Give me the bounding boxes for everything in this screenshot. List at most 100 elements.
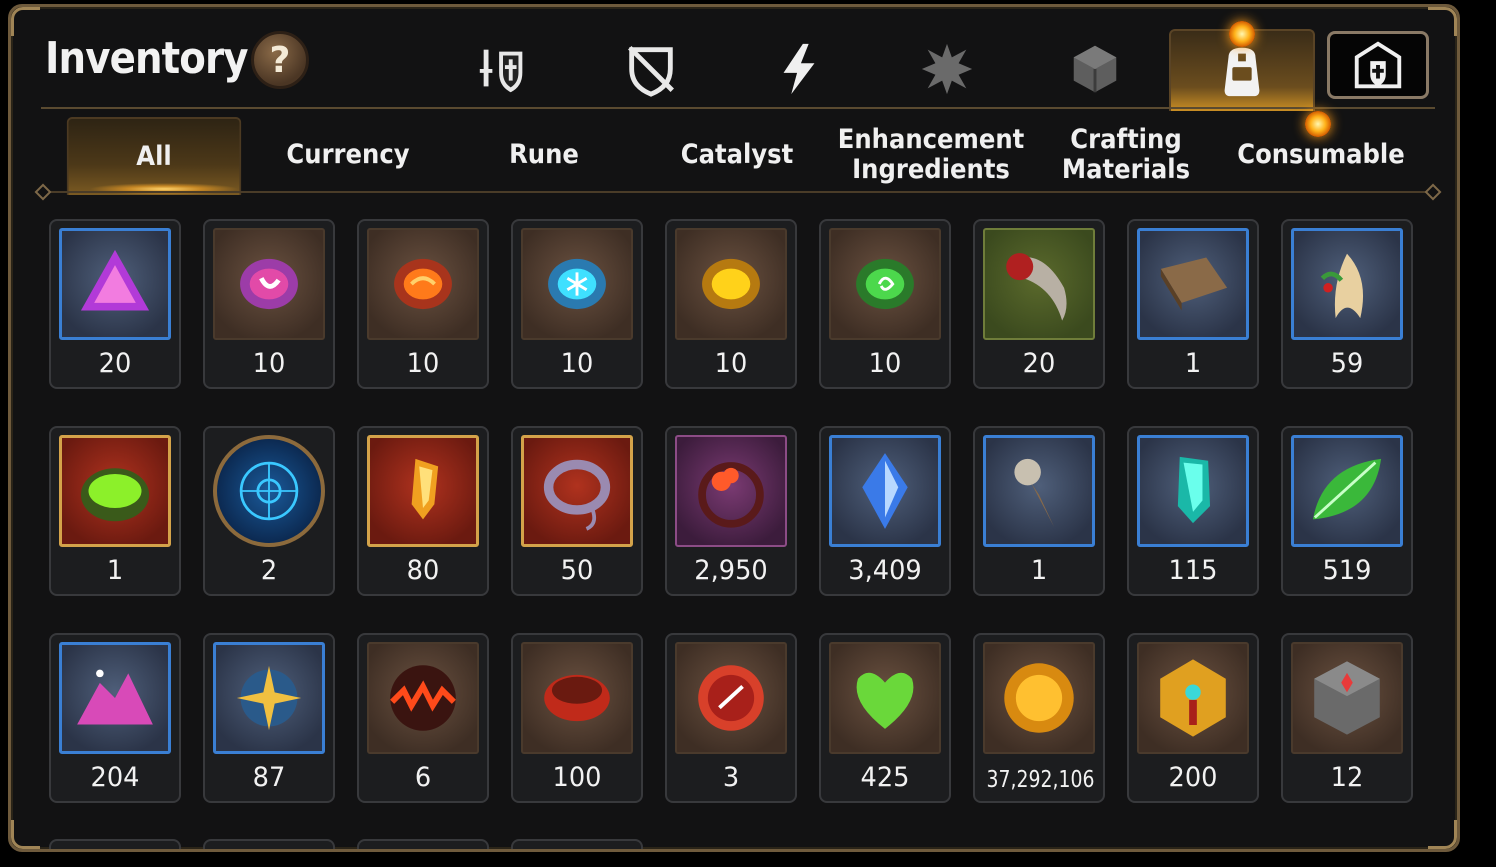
tab-currency[interactable]: Currency: [268, 117, 428, 193]
tab-spiky-emblem[interactable]: [887, 29, 1007, 109]
item-slot[interactable]: 1: [49, 426, 181, 596]
claw-icon: [1006, 253, 1067, 321]
inventory-panel: Inventory ? All Currency Rune Catalyst E…: [8, 4, 1460, 852]
item-slot[interactable]: 2: [203, 426, 335, 596]
divider: [41, 191, 1435, 193]
castle-shield-icon: [1354, 41, 1402, 89]
item-slot[interactable]: 20: [49, 219, 181, 389]
cyan-snowflake-rune-icon: [548, 258, 606, 310]
item-image: [1137, 642, 1249, 754]
item-slot[interactable]: 12: [1281, 633, 1413, 803]
item-slot[interactable]: [49, 839, 181, 849]
green-swirl-rune-icon: [856, 258, 914, 310]
item-image: [521, 435, 633, 547]
item-slot[interactable]: 10: [511, 219, 643, 389]
item-slot[interactable]: 10: [819, 219, 951, 389]
item-quantity: 100: [552, 762, 602, 793]
item-quantity: 20: [1022, 348, 1056, 379]
green-heart-icon: [856, 672, 914, 729]
item-image: [213, 435, 325, 547]
item-slot[interactable]: 10: [665, 219, 797, 389]
tab-rune[interactable]: Rune: [466, 117, 623, 193]
frame-corner: [1428, 820, 1457, 849]
item-slot[interactable]: 115: [1127, 426, 1259, 596]
item-slot[interactable]: 80: [357, 426, 489, 596]
item-image: [213, 228, 325, 340]
item-image: [367, 228, 479, 340]
golden-hexagon-emblem-icon: [1160, 659, 1226, 737]
item-slot[interactable]: 3,409: [819, 426, 951, 596]
help-button[interactable]: ?: [251, 31, 309, 89]
notification-dot: [1305, 111, 1331, 137]
item-slot[interactable]: 200: [1127, 633, 1259, 803]
red-bracelet-icon: [544, 674, 610, 722]
item-slot[interactable]: 37,292,106: [973, 633, 1105, 803]
item-slot[interactable]: [203, 839, 335, 849]
item-quantity: 10: [252, 348, 286, 379]
crossed-shield-icon: [628, 46, 674, 97]
item-slot[interactable]: 87: [203, 633, 335, 803]
frame-corner: [1428, 7, 1457, 36]
tab-lightning[interactable]: [739, 29, 859, 109]
item-image: [829, 435, 941, 547]
item-slot[interactable]: 1: [973, 426, 1105, 596]
item-slot[interactable]: 204: [49, 633, 181, 803]
item-quantity: 37,292,106: [986, 767, 1095, 793]
item-image: [1137, 228, 1249, 340]
leather-book-icon: [1160, 257, 1228, 311]
item-slot[interactable]: 20: [973, 219, 1105, 389]
item-slot[interactable]: 10: [357, 219, 489, 389]
item-slot[interactable]: 59: [1281, 219, 1413, 389]
item-image: [675, 228, 787, 340]
tab-catalyst[interactable]: Catalyst: [658, 117, 816, 193]
item-quantity: 425: [860, 762, 910, 793]
tab-enhancement-ingredients[interactable]: Enhancement Ingredients: [838, 117, 1025, 193]
red-flower-ring-icon: [698, 462, 764, 528]
knight-shield-icon: [479, 49, 523, 93]
teal-crystal-icon: [1177, 456, 1211, 524]
item-slot[interactable]: 50: [511, 426, 643, 596]
frame-corner: [11, 7, 40, 36]
item-slot[interactable]: 100: [511, 633, 643, 803]
cube-icon: [1073, 45, 1117, 93]
item-quantity: 1: [106, 555, 124, 586]
item-slot[interactable]: 1: [1127, 219, 1259, 389]
item-slot[interactable]: 519: [1281, 426, 1413, 596]
item-quantity: 1: [1030, 555, 1048, 586]
tab-cube[interactable]: [1035, 29, 1155, 109]
active-tab-glow: [89, 183, 239, 195]
item-slot[interactable]: 2,950: [665, 426, 797, 596]
item-slot[interactable]: [511, 839, 643, 849]
orange-rune-icon: [394, 258, 452, 310]
item-image: [829, 642, 941, 754]
tab-crafting-materials[interactable]: Crafting Materials: [1050, 117, 1203, 193]
gold-sun-coin-icon: [1004, 663, 1074, 733]
frame-corner: [11, 820, 40, 849]
page-title: Inventory: [45, 33, 248, 84]
pendulum-compass-icon: [1014, 458, 1055, 527]
blue-rune-disc-icon: [239, 461, 299, 521]
star-amulet-icon: [236, 665, 302, 731]
item-slot[interactable]: 6: [357, 633, 489, 803]
green-cauldron-icon: [80, 468, 150, 522]
red-seal-badge-icon: [698, 665, 764, 731]
lightning-icon: [783, 43, 815, 95]
purple-triangle-gem-icon: [80, 249, 150, 311]
item-quantity: 3: [722, 762, 740, 793]
item-quantity: 2,950: [694, 555, 768, 586]
tab-castle-shield[interactable]: [1327, 31, 1429, 99]
item-quantity: 10: [560, 348, 594, 379]
item-image: [675, 435, 787, 547]
item-image: [521, 228, 633, 340]
tab-knight-shield[interactable]: [443, 29, 563, 109]
tab-crossed-shield[interactable]: [591, 29, 711, 109]
item-slot[interactable]: 3: [665, 633, 797, 803]
stone-compass-box-icon: [1314, 661, 1380, 735]
item-quantity: 10: [406, 348, 440, 379]
coiled-rope-icon: [543, 459, 611, 531]
item-slot[interactable]: 10: [203, 219, 335, 389]
item-image: [213, 642, 325, 754]
item-slot[interactable]: 425: [819, 633, 951, 803]
divider-ornament: [1424, 183, 1442, 201]
item-slot[interactable]: [357, 839, 489, 849]
